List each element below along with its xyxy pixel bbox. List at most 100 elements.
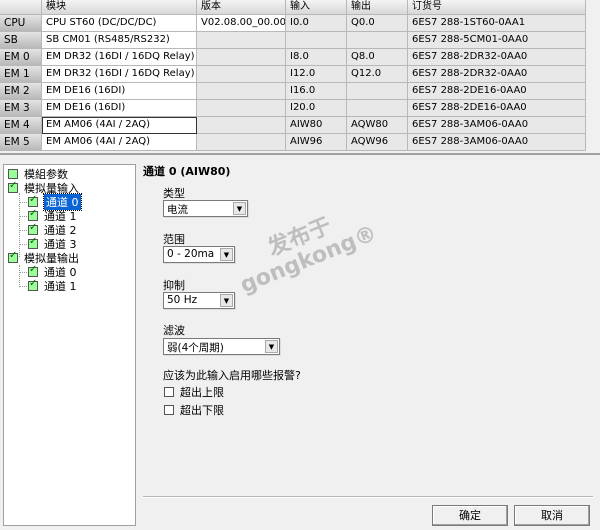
checkbox-icon [28, 222, 38, 235]
table-cell[interactable]: 6ES7 288-2DR32-0AA0 [408, 66, 586, 83]
range-label: 范围 [163, 233, 185, 246]
table-row[interactable]: EM 2 EM DE16 (16DI) I16.0 6ES7 288-2DE16-0A… [0, 83, 586, 100]
table-cell[interactable]: AQW80 [347, 117, 408, 134]
column-header[interactable]: 版本 [197, 0, 286, 15]
tree-item-channel[interactable]: 通道 1 [28, 278, 77, 293]
table-cell[interactable]: I8.0 [286, 49, 347, 66]
chevron-down-icon: ▼ [233, 202, 246, 215]
checkbox-icon [28, 236, 38, 249]
table-cell[interactable]: CPU ST60 (DC/DC/DC) [42, 15, 197, 32]
ok-button[interactable]: 确定 [432, 505, 508, 526]
table-cell[interactable]: Q0.0 [347, 15, 408, 32]
table-cell[interactable] [197, 83, 286, 100]
tree-item-channel[interactable]: 通道 0 [28, 193, 82, 211]
row-header[interactable]: EM 4 [0, 117, 42, 134]
table-cell[interactable]: AIW96 [286, 134, 347, 151]
select-value: 0 - 20ma [167, 248, 215, 260]
column-header[interactable]: 输出 [347, 0, 408, 15]
table-row[interactable]: EM 5 EM AM06 (4AI / 2AQ) AIW96 AQW96 6ES7 28… [0, 134, 586, 151]
column-header[interactable]: 输入 [286, 0, 347, 15]
alarm-high-checkbox[interactable]: 超出上限 [164, 384, 224, 400]
channel-title: 通道 0 (AIW80) [143, 165, 231, 178]
tree-item-channel[interactable]: 通道 3 [28, 236, 77, 251]
table-cell[interactable]: I0.0 [286, 15, 347, 32]
table-cell[interactable]: EM DR32 (16DI / 16DQ Relay) [42, 49, 197, 66]
type-label: 类型 [163, 187, 185, 200]
table-cell[interactable] [197, 100, 286, 117]
table-cell[interactable] [286, 32, 347, 49]
checkbox-icon [28, 278, 38, 291]
cancel-button[interactable]: 取消 [514, 505, 590, 526]
table-cell[interactable]: 6ES7 288-1ST60-0AA1 [408, 15, 586, 32]
table-cell[interactable]: EM DE16 (16DI) [42, 100, 197, 117]
row-header[interactable]: EM 5 [0, 134, 42, 151]
watermark-line: gongkong® [236, 220, 381, 299]
chevron-down-icon: ▼ [220, 294, 233, 307]
alarm-low-checkbox[interactable]: 超出下限 [164, 402, 224, 418]
column-header[interactable] [0, 0, 42, 15]
row-header[interactable]: CPU [0, 15, 42, 32]
table-cell[interactable] [347, 100, 408, 117]
row-header[interactable]: EM 0 [0, 49, 42, 66]
checkbox-icon [8, 169, 18, 179]
table-cell[interactable]: 6ES7 288-3AM06-0AA0 [408, 117, 586, 134]
table-cell[interactable]: SB CM01 (RS485/RS232) [42, 32, 197, 49]
table-cell[interactable]: I20.0 [286, 100, 347, 117]
table-row[interactable]: CPUCPU ST60 (DC/DC/DC)V02.08.00_00.00...… [0, 15, 586, 32]
table-cell[interactable] [347, 32, 408, 49]
table-row[interactable]: EM 3 EM DE16 (16DI) I20.0 6ES7 288-2DE16-0A… [0, 100, 586, 117]
table-cell[interactable]: 6ES7 288-3AM06-0AA0 [408, 134, 586, 151]
row-header[interactable]: EM 2 [0, 83, 42, 100]
divider [143, 496, 593, 498]
table-cell[interactable] [197, 117, 286, 134]
table-cell[interactable]: 6ES7 288-2DE16-0AA0 [408, 83, 586, 100]
table-row[interactable]: EM 1 EM DR32 (16DI / 16DQ Relay) I12.0 Q12.… [0, 66, 586, 83]
table-cell[interactable]: EM DE16 (16DI) [42, 83, 197, 100]
table-cell[interactable]: 6ES7 288-5CM01-0AA0 [408, 32, 586, 49]
row-header[interactable]: EM 3 [0, 100, 42, 117]
table-cell[interactable]: Q8.0 [347, 49, 408, 66]
table-row[interactable]: EM 0 EM DR32 (16DI / 16DQ Relay) I8.0 Q8.0 6… [0, 49, 586, 66]
tree-item-channel[interactable]: 通道 1 [28, 208, 77, 223]
column-header[interactable]: 订货号 [408, 0, 586, 15]
table-row[interactable]: EM 4 EM AM06 (4AI / 2AQ) AIW80 AQW80 6ES7 28… [0, 117, 586, 134]
table-cell[interactable] [197, 32, 286, 49]
filter-select[interactable]: 弱(4个周期) ▼ [163, 338, 280, 355]
table-cell[interactable]: EM AM06 (4AI / 2AQ) [42, 134, 197, 151]
type-select[interactable]: 电流 ▼ [163, 200, 248, 217]
table-cell[interactable]: V02.08.00_00.00... [197, 15, 286, 32]
tree-item-analog-output[interactable]: 模拟量输出 [8, 250, 79, 265]
table-cell[interactable] [197, 66, 286, 83]
checkbox-icon [28, 194, 38, 207]
column-header[interactable]: 模块 [42, 0, 197, 15]
table-cell[interactable]: EM DR32 (16DI / 16DQ Relay) [42, 66, 197, 83]
tree-item-channel[interactable]: 通道 0 [28, 264, 77, 279]
table-cell[interactable]: I16.0 [286, 83, 347, 100]
table-cell[interactable] [197, 49, 286, 66]
tree-item-analog-input[interactable]: 模拟量输入 [8, 180, 79, 195]
checkbox-icon [164, 405, 174, 415]
checkbox-icon [28, 264, 38, 277]
row-header[interactable]: SB [0, 32, 42, 49]
chevron-down-icon: ▼ [220, 248, 233, 261]
select-value: 弱(4个周期) [167, 342, 224, 354]
checkbox-icon [8, 250, 18, 263]
rejection-select[interactable]: 50 Hz ▼ [163, 292, 235, 309]
table-row[interactable]: SB SB CM01 (RS485/RS232) 6ES7 288-5CM01-0A… [0, 32, 586, 49]
table-cell[interactable] [347, 83, 408, 100]
table-cell[interactable]: AIW80 [286, 117, 347, 134]
table-cell[interactable]: 6ES7 288-2DE16-0AA0 [408, 100, 586, 117]
config-tree: 模組参数 模拟量输入 通道 0通道 1通道 2通道 3 模拟量输出 通道 0通道… [3, 164, 136, 526]
tree-item-channel[interactable]: 通道 2 [28, 222, 77, 237]
table-header: 模块 版本 输入 输出 订货号 [0, 0, 586, 15]
range-select[interactable]: 0 - 20ma ▼ [163, 246, 235, 263]
checkbox-label: 超出上限 [180, 386, 224, 399]
table-cell[interactable]: 6ES7 288-2DR32-0AA0 [408, 49, 586, 66]
tree-item-module-params[interactable]: 模組参数 [8, 167, 68, 181]
table-cell[interactable]: EM AM06 (4AI / 2AQ) [42, 117, 197, 134]
table-cell[interactable]: I12.0 [286, 66, 347, 83]
table-cell[interactable]: Q12.0 [347, 66, 408, 83]
row-header[interactable]: EM 1 [0, 66, 42, 83]
table-cell[interactable] [197, 134, 286, 151]
table-cell[interactable]: AQW96 [347, 134, 408, 151]
